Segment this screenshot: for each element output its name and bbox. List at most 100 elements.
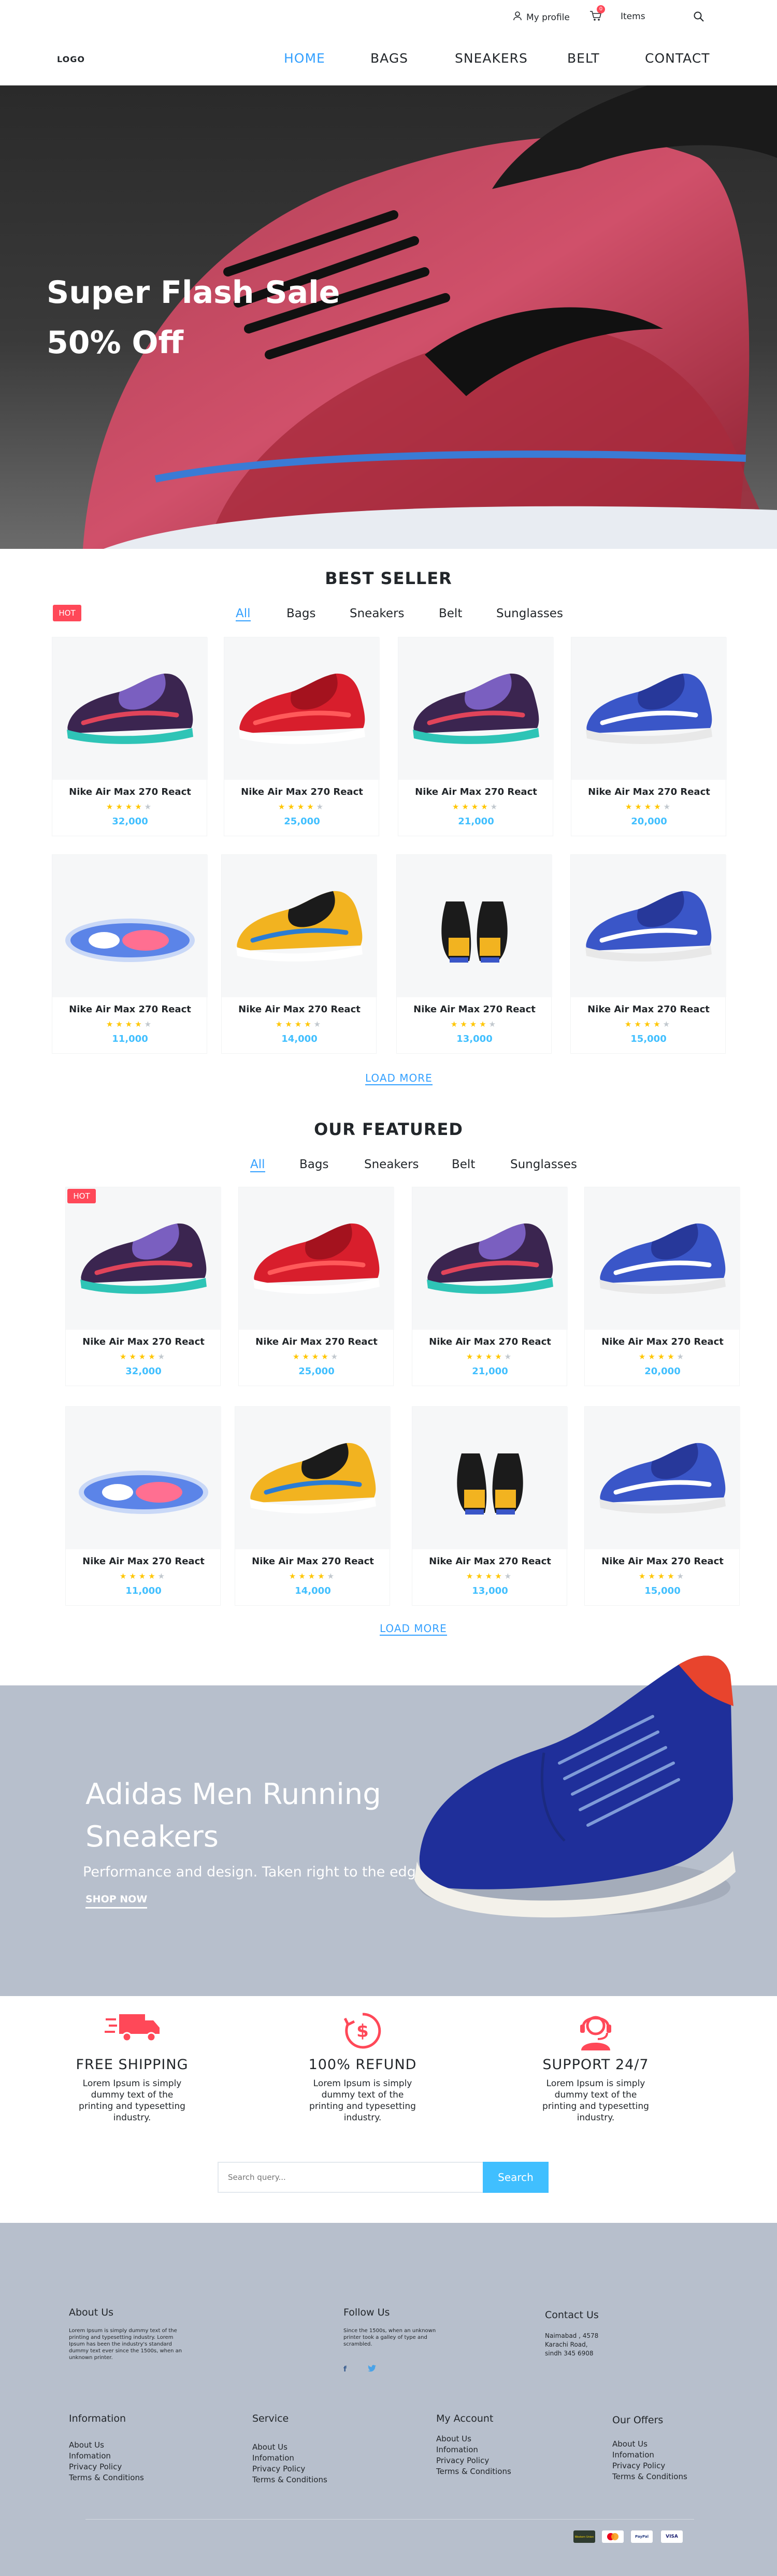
footer-link[interactable]: About Us bbox=[252, 2442, 287, 2453]
product-name[interactable]: Nike Air Max 270 React bbox=[412, 1556, 568, 1567]
product-image[interactable] bbox=[585, 1407, 740, 1549]
filter-belt[interactable]: Belt bbox=[439, 607, 462, 620]
filter-belt[interactable]: Belt bbox=[452, 1158, 475, 1171]
product-image[interactable] bbox=[66, 1187, 221, 1330]
footer-link[interactable]: Terms & Conditions bbox=[612, 2471, 687, 2482]
star-icon: ★ bbox=[644, 802, 654, 811]
twitter-icon[interactable] bbox=[368, 2364, 376, 2374]
search-button[interactable]: Search bbox=[483, 2162, 549, 2193]
product-name[interactable]: Nike Air Max 270 React bbox=[66, 1336, 221, 1347]
product-image[interactable] bbox=[585, 1187, 740, 1330]
footer-link[interactable]: Privacy Policy bbox=[69, 2462, 122, 2472]
product-image[interactable] bbox=[52, 637, 208, 780]
product-image[interactable] bbox=[398, 637, 554, 780]
search-icon[interactable] bbox=[693, 11, 704, 22]
star-icon: ★ bbox=[316, 802, 326, 811]
load-more-button[interactable]: LOAD MORE bbox=[380, 1622, 447, 1636]
filter-sunglasses[interactable]: Sunglasses bbox=[496, 607, 563, 620]
product-name[interactable]: Nike Air Max 270 React bbox=[412, 1336, 568, 1347]
filter-sneakers[interactable]: Sneakers bbox=[364, 1158, 419, 1171]
product-price: 21,000 bbox=[458, 816, 494, 827]
product-name[interactable]: Nike Air Max 270 React bbox=[66, 1556, 221, 1567]
product-name[interactable]: Nike Air Max 270 React bbox=[235, 1556, 391, 1567]
product-name[interactable]: Nike Air Max 270 React bbox=[398, 787, 554, 797]
footer-link[interactable]: Terms & Conditions bbox=[436, 2466, 511, 2477]
filter-sunglasses[interactable]: Sunglasses bbox=[510, 1158, 577, 1171]
product-name[interactable]: Nike Air Max 270 React bbox=[585, 1336, 740, 1347]
footer-offers-title: Our Offers bbox=[612, 2414, 664, 2426]
product-image[interactable] bbox=[224, 637, 380, 780]
product-card[interactable]: Nike Air Max 270 React ★★★★★ 32,000 bbox=[52, 637, 208, 836]
product-name[interactable]: Nike Air Max 270 React bbox=[585, 1556, 740, 1567]
product-card[interactable]: Nike Air Max 270 React ★★★★★ 21,000 bbox=[398, 637, 554, 836]
filter-bags[interactable]: Bags bbox=[299, 1158, 328, 1171]
product-card[interactable]: Nike Air Max 270 React ★★★★★ 20,000 bbox=[571, 637, 727, 836]
product-name[interactable]: Nike Air Max 270 React bbox=[571, 1004, 726, 1015]
product-name[interactable]: Nike Air Max 270 React bbox=[222, 1004, 377, 1015]
product-card[interactable]: Nike Air Max 270 React ★★★★★ 32,000 bbox=[65, 1187, 221, 1386]
product-card[interactable]: Nike Air Max 270 React ★★★★★ 11,000 bbox=[52, 854, 208, 1054]
product-card[interactable]: Nike Air Max 270 React ★★★★★ 21,000 bbox=[412, 1187, 568, 1386]
product-image[interactable] bbox=[235, 1407, 391, 1549]
filter-sneakers[interactable]: Sneakers bbox=[350, 607, 405, 620]
product-name[interactable]: Nike Air Max 270 React bbox=[224, 787, 380, 797]
logo[interactable]: LOGO bbox=[57, 54, 85, 64]
footer-link[interactable]: About Us bbox=[612, 2439, 648, 2450]
product-image[interactable] bbox=[66, 1407, 221, 1549]
product-name[interactable]: Nike Air Max 270 React bbox=[571, 787, 727, 797]
footer-link[interactable]: Infomation bbox=[436, 2444, 478, 2455]
product-card[interactable]: Nike Air Max 270 React ★★★★★ 25,000 bbox=[224, 637, 380, 836]
nav-home[interactable]: HOME bbox=[284, 51, 325, 66]
footer-link[interactable]: Privacy Policy bbox=[436, 2455, 489, 2466]
footer-link[interactable]: Infomation bbox=[252, 2453, 294, 2464]
footer-link[interactable]: Privacy Policy bbox=[252, 2464, 305, 2475]
product-card[interactable]: Nike Air Max 270 React ★★★★★ 13,000 bbox=[396, 854, 552, 1054]
footer-link[interactable]: About Us bbox=[436, 2434, 471, 2444]
product-image[interactable] bbox=[571, 855, 726, 997]
cart-button[interactable]: 0 bbox=[589, 5, 605, 24]
footer-link[interactable]: Infomation bbox=[612, 2450, 654, 2461]
footer-link[interactable]: Terms & Conditions bbox=[69, 2472, 144, 2483]
product-name[interactable]: Nike Air Max 270 React bbox=[239, 1336, 394, 1347]
profile-link[interactable]: My profile bbox=[513, 11, 570, 23]
product-name[interactable]: Nike Air Max 270 React bbox=[397, 1004, 552, 1015]
nav-belt[interactable]: BELT bbox=[567, 51, 600, 66]
nav-contact[interactable]: CONTACT bbox=[645, 51, 710, 66]
product-card[interactable]: Nike Air Max 270 React ★★★★★ 15,000 bbox=[570, 854, 726, 1054]
filter-all[interactable]: All bbox=[236, 607, 251, 621]
product-card[interactable]: Nike Air Max 270 React ★★★★★ 14,000 bbox=[221, 854, 377, 1054]
hero-discount: 50% Off bbox=[47, 325, 184, 361]
product-card[interactable]: Nike Air Max 270 React ★★★★★ 15,000 bbox=[584, 1406, 740, 1606]
product-image[interactable] bbox=[222, 855, 377, 997]
hero-banner[interactable]: Super Flash Sale 50% Off bbox=[0, 85, 777, 549]
filter-all[interactable]: All bbox=[250, 1158, 265, 1172]
product-image[interactable] bbox=[571, 637, 727, 780]
footer-link[interactable]: Terms & Conditions bbox=[252, 2475, 327, 2485]
star-icon: ★ bbox=[157, 1352, 168, 1361]
product-image[interactable] bbox=[412, 1187, 568, 1330]
product-card[interactable]: Nike Air Max 270 React ★★★★★ 13,000 bbox=[412, 1406, 568, 1606]
product-name[interactable]: Nike Air Max 270 React bbox=[52, 787, 208, 797]
product-image[interactable] bbox=[397, 855, 552, 997]
product-image[interactable] bbox=[412, 1407, 568, 1549]
footer-link[interactable]: About Us bbox=[69, 2440, 104, 2451]
search-input[interactable] bbox=[219, 2163, 478, 2192]
star-icon: ★ bbox=[330, 1352, 341, 1361]
product-image[interactable] bbox=[52, 855, 208, 997]
nav-sneakers[interactable]: SNEAKERS bbox=[455, 51, 528, 66]
product-card[interactable]: Nike Air Max 270 React ★★★★★ 20,000 bbox=[584, 1187, 740, 1386]
facebook-icon[interactable]: f bbox=[343, 2365, 347, 2374]
shop-now-link[interactable]: SHOP NOW bbox=[85, 1894, 148, 1909]
footer-link[interactable]: Privacy Policy bbox=[612, 2461, 665, 2471]
product-card[interactable]: Nike Air Max 270 React ★★★★★ 11,000 bbox=[65, 1406, 221, 1606]
product-card[interactable]: Nike Air Max 270 React ★★★★★ 14,000 bbox=[235, 1406, 391, 1606]
product-image[interactable] bbox=[239, 1187, 394, 1330]
footer-link[interactable]: Infomation bbox=[69, 2451, 111, 2462]
product-name[interactable]: Nike Air Max 270 React bbox=[52, 1004, 208, 1015]
product-card[interactable]: Nike Air Max 270 React ★★★★★ 25,000 bbox=[238, 1187, 394, 1386]
nav-bags[interactable]: BAGS bbox=[370, 51, 408, 66]
load-more-button[interactable]: LOAD MORE bbox=[365, 1072, 433, 1085]
footer-follow-text: Since the 1500s, when an unknown printer… bbox=[343, 2328, 436, 2347]
filter-bags[interactable]: Bags bbox=[286, 607, 315, 620]
star-icon: ★ bbox=[460, 1020, 470, 1029]
